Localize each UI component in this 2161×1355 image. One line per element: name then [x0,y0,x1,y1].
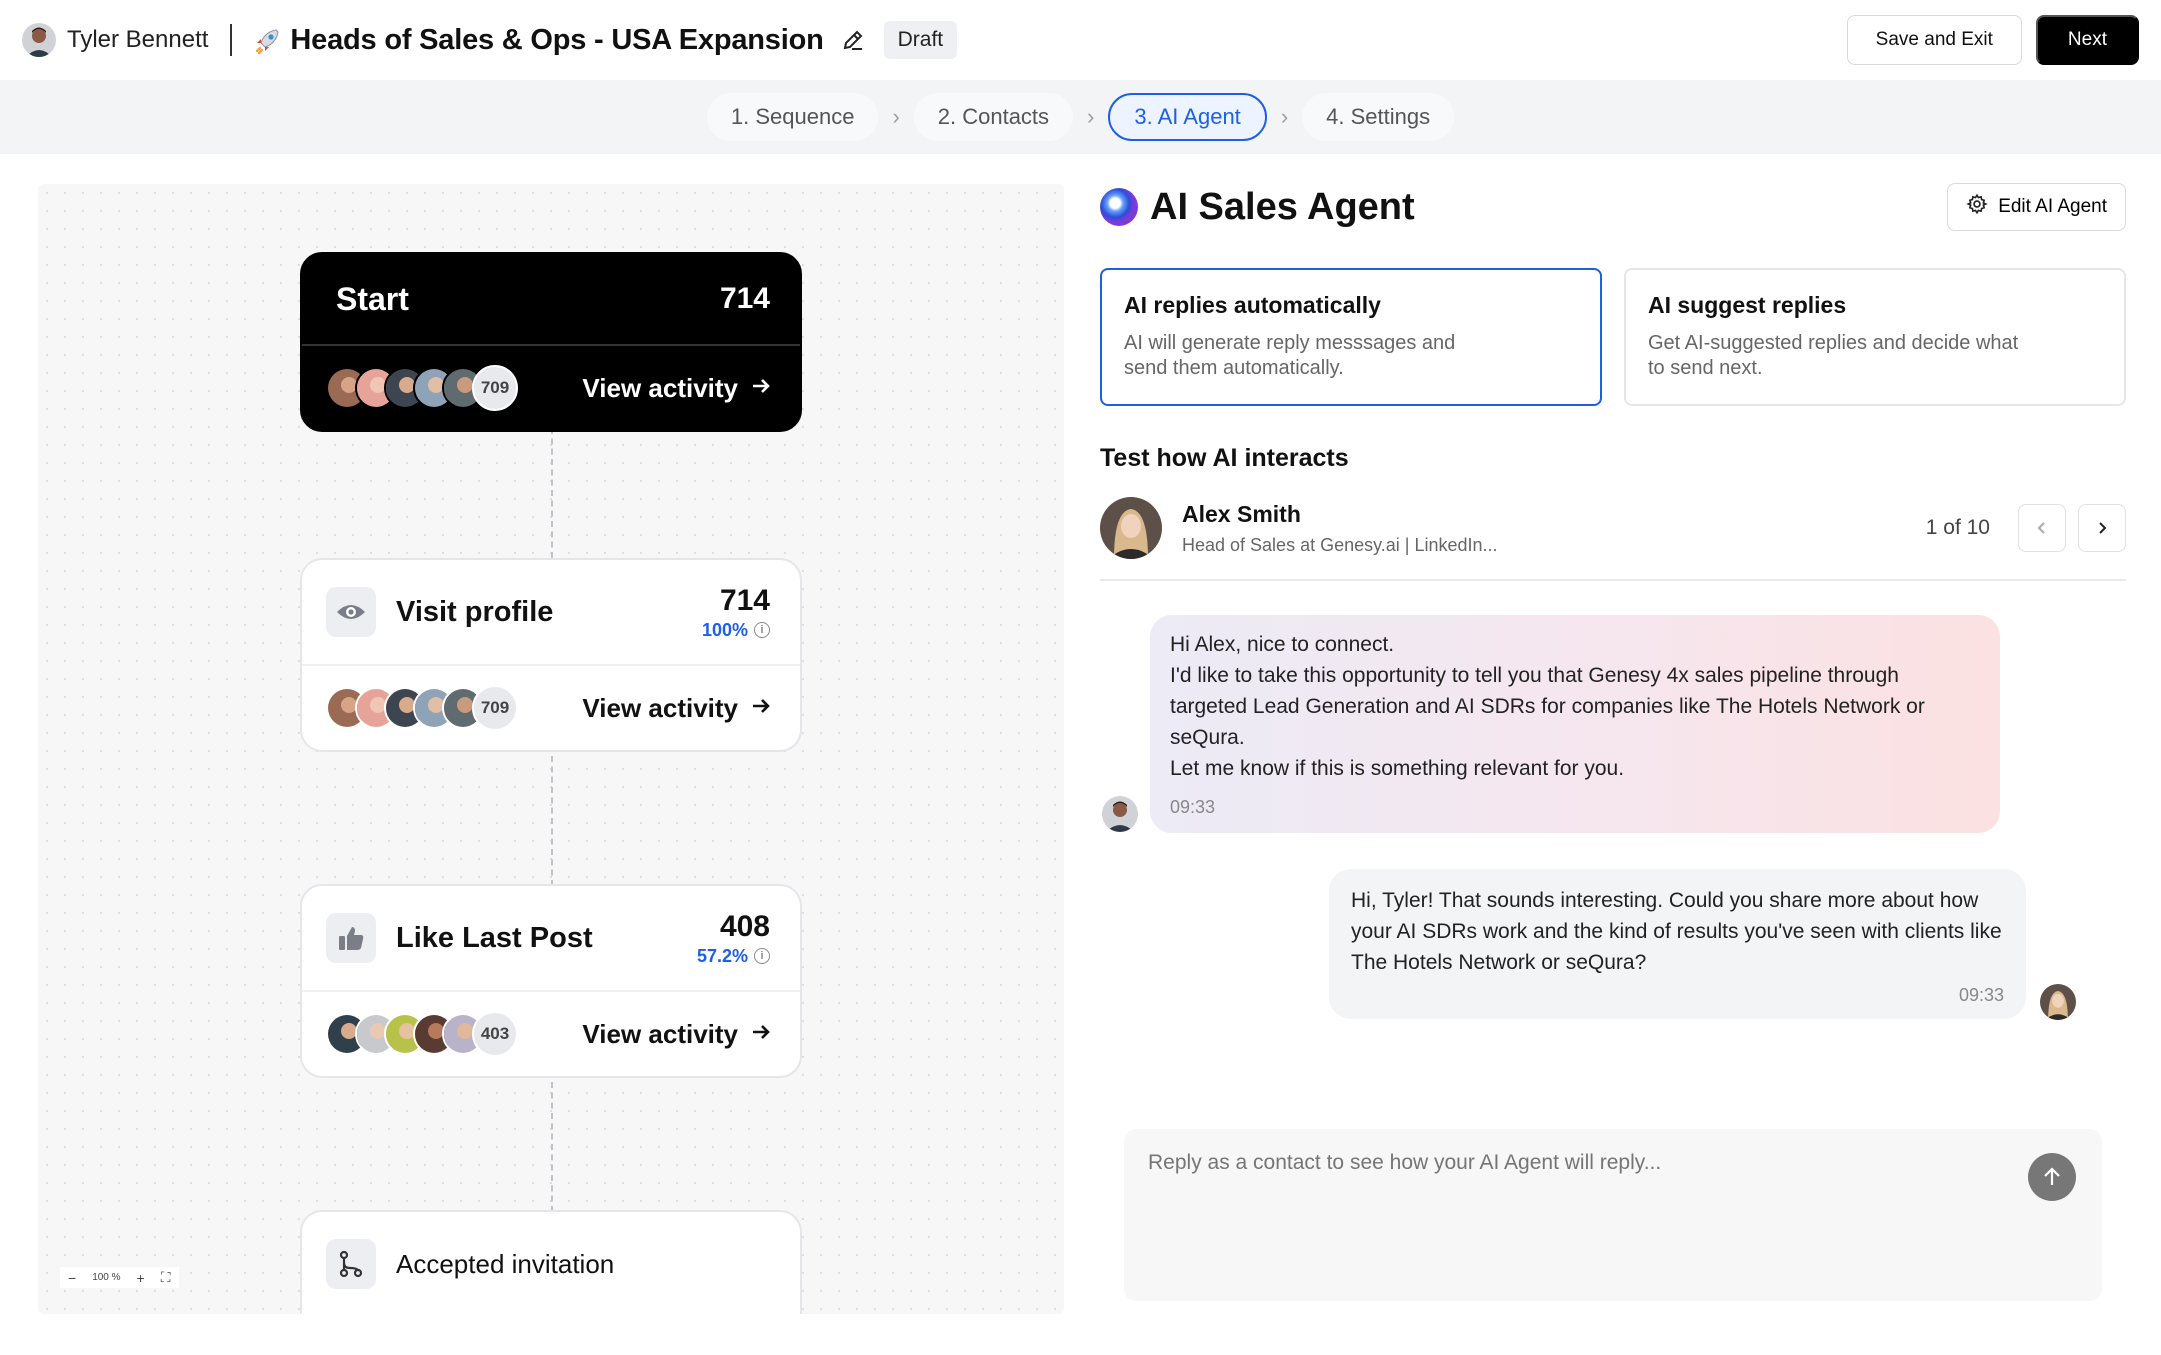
chevron-right-icon: › [892,104,900,129]
avatar-count: 709 [472,365,518,411]
mode-title: AI suggest replies [1648,292,1847,318]
message-line: Let me know if this is something relevan… [1170,757,1625,780]
message-time: 09:33 [1958,985,2004,1005]
gear-icon [1966,193,1988,221]
avatar-stack: 709 [326,365,518,411]
view-activity-label: View activity [582,1018,738,1049]
arrow-right-icon [750,373,772,404]
message-line: I'd like to take this opportunity to tel… [1170,664,1925,749]
sequence-canvas[interactable]: Start 714 709 View activity Visit profil… [38,184,1064,1314]
mode-suggest-replies[interactable]: AI suggest replies Get AI-suggested repl… [1624,268,2126,406]
arrow-right-icon [750,1019,772,1050]
connector-line [551,756,553,886]
node-percent: 57.2% [696,945,748,966]
incoming-message: Hi, Tyler! That sounds interesting. Coul… [1329,869,2026,1019]
view-activity-link[interactable]: View activity [582,1019,772,1050]
divider [230,24,233,56]
zoom-controls: − 100 % + ⛶ [60,1267,179,1288]
mode-description: AI will generate reply messsages and sen… [1124,332,1456,379]
top-bar: Tyler Bennett Heads of Sales & Ops - USA… [0,0,2161,80]
view-activity-link[interactable]: View activity [582,373,772,404]
next-contact-button[interactable] [2078,504,2126,552]
visit-profile-node[interactable]: Visit profile 714 100% i 709 View activit… [300,558,802,752]
contact-avatar-small [2040,984,2076,1020]
chevron-right-icon: › [1280,104,1289,129]
steps-nav: 1. Sequence › 2. Contacts › 3. AI Agent … [0,80,2161,154]
avatar-stack: 403 [326,1011,518,1057]
reply-composer [1124,1129,2102,1301]
next-button[interactable]: Next [2035,15,2139,65]
thumbs-up-icon [326,913,376,963]
send-button[interactable] [2028,1153,2076,1201]
mode-description: Get AI-suggested replies and decide what… [1648,332,2019,379]
divider [1100,579,2126,581]
zoom-in-button[interactable]: + [137,1270,145,1286]
node-title: Start [336,280,409,317]
node-count: 714 [719,583,770,617]
sender-avatar [1102,796,1138,832]
edit-ai-agent-button[interactable]: Edit AI Agent [1947,183,2126,231]
contact-subtitle: Head of Sales at Genesy.ai | LinkedIn... [1182,534,1498,555]
zoom-out-button[interactable]: − [68,1270,76,1286]
step-settings[interactable]: 4. Settings [1302,93,1455,141]
campaign-title: Heads of Sales & Ops - USA Expansion [290,23,824,56]
message-text: Hi, Tyler! That sounds interesting. Coul… [1351,889,2002,974]
connector-line [551,1082,553,1212]
message-line: Hi Alex, nice to connect. [1170,633,1395,656]
ai-agent-panel: AI Sales Agent Edit AI Agent AI replies … [1100,183,2126,1301]
eye-icon [326,587,376,637]
node-title: Visit profile [396,595,554,628]
test-contact: Alex Smith Head of Sales at Genesy.ai | … [1100,491,2126,565]
panel-title: AI Sales Agent [1150,185,1415,228]
node-count: 408 [719,909,770,943]
avatar-count: 403 [472,1011,518,1057]
previous-contact-button[interactable] [2018,504,2066,552]
node-percent: 100% [701,619,748,640]
outgoing-message: Hi Alex, nice to connect. I'd like to ta… [1150,615,2000,833]
reply-input[interactable] [1148,1151,1988,1175]
fullscreen-icon[interactable]: ⛶ [161,1269,171,1286]
info-icon[interactable]: i [754,948,770,964]
avatar-stack: 709 [326,685,518,731]
accepted-invitation-node[interactable]: Accepted invitation [300,1210,802,1314]
contact-avatar [1100,497,1162,559]
arrow-right-icon [750,693,772,724]
status-badge: Draft [883,21,958,59]
mode-auto-reply[interactable]: AI replies automatically AI will generat… [1100,268,1602,406]
step-sequence[interactable]: 1. Sequence [706,93,879,141]
contact-name: Alex Smith [1182,500,1301,527]
step-contacts[interactable]: 2. Contacts [913,93,1074,141]
view-activity-label: View activity [582,372,738,403]
start-node[interactable]: Start 714 709 View activity [300,252,802,432]
pencil-icon[interactable] [840,27,866,53]
node-count: 714 [719,282,770,315]
mode-title: AI replies automatically [1124,292,1381,318]
user-name: Tyler Bennett [67,26,209,53]
connector-line [551,428,553,558]
node-title: Like Last Post [396,921,593,954]
route-icon [326,1239,376,1289]
info-icon[interactable]: i [754,622,770,638]
edit-ai-agent-label: Edit AI Agent [1998,196,2107,217]
zoom-level: 100 % [92,1272,121,1283]
avatar-count: 709 [472,685,518,731]
ai-agent-logo [1100,188,1138,226]
user-avatar[interactable] [22,23,56,57]
pager-text: 1 of 10 [1925,516,1990,539]
like-last-post-node[interactable]: Like Last Post 408 57.2% i 403 View activ… [300,884,802,1078]
save-and-exit-button[interactable]: Save and Exit [1846,15,2022,65]
view-activity-link[interactable]: View activity [582,693,772,724]
message-time: 09:33 [1170,797,1216,817]
test-section-title: Test how AI interacts [1100,444,1349,472]
view-activity-label: View activity [582,692,738,723]
node-title: Accepted invitation [396,1248,615,1279]
step-ai-agent[interactable]: 3. AI Agent [1108,93,1267,141]
chevron-right-icon: › [1087,104,1095,129]
rocket-icon [254,26,282,55]
